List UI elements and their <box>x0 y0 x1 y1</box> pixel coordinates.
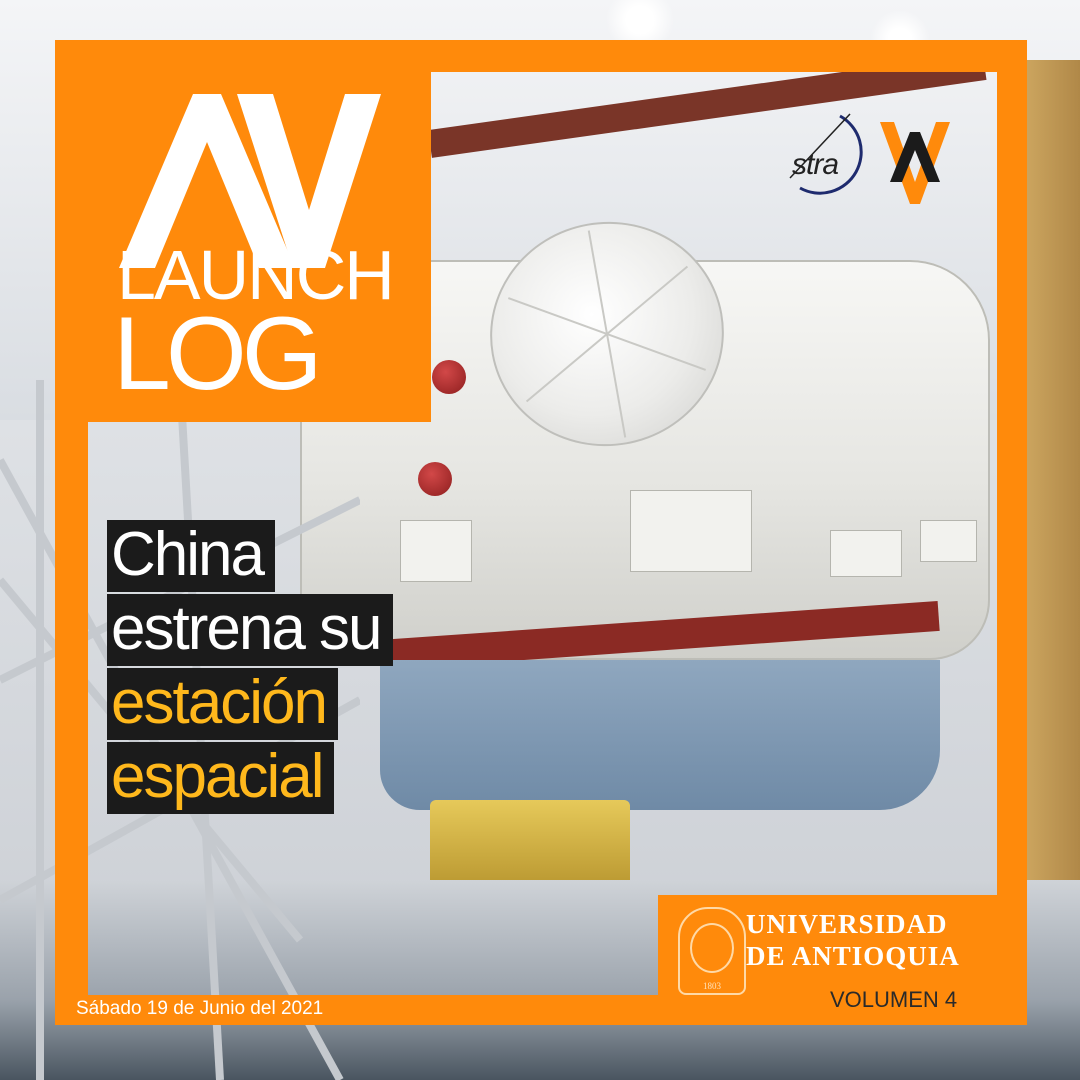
seal-emblem <box>690 923 734 973</box>
deltav-logo-icon <box>880 122 950 204</box>
astra-logo-text: stra <box>792 148 839 181</box>
headline: China estrena su estación espacial <box>107 520 487 816</box>
launch-log-logo: ΔV LAUNCH LOG <box>55 40 431 422</box>
red-knob <box>432 360 466 394</box>
module-panel <box>920 520 977 562</box>
seal-year: 1803 <box>703 981 721 991</box>
module-panel <box>830 530 902 577</box>
university-name-line-1: UNIVERSIDAD <box>746 909 948 939</box>
frame-right <box>997 40 1027 1025</box>
antenna-rib <box>507 297 707 371</box>
headline-line-3: estación <box>107 668 338 740</box>
headline-line-1: China <box>107 520 275 592</box>
headline-line-4: espacial <box>107 742 335 814</box>
university-name-line-2: DE ANTIOQUIA <box>746 941 960 971</box>
volume-label: VOLUMEN 4 <box>830 987 958 1012</box>
headline-line-2: estrena su <box>107 594 393 666</box>
module-panel <box>630 490 752 572</box>
publication-date: Sábado 19 de Junio del 2021 <box>76 998 324 1019</box>
red-knob <box>418 462 452 496</box>
university-seal-icon: 1803 <box>678 907 746 995</box>
logo-log-text: LOG <box>113 296 323 412</box>
university-logo: 1803 UNIVERSIDAD DE ANTIOQUIA <box>658 895 998 995</box>
poster: ΔV LAUNCH LOG stra China estrena su esta… <box>0 0 1080 1080</box>
